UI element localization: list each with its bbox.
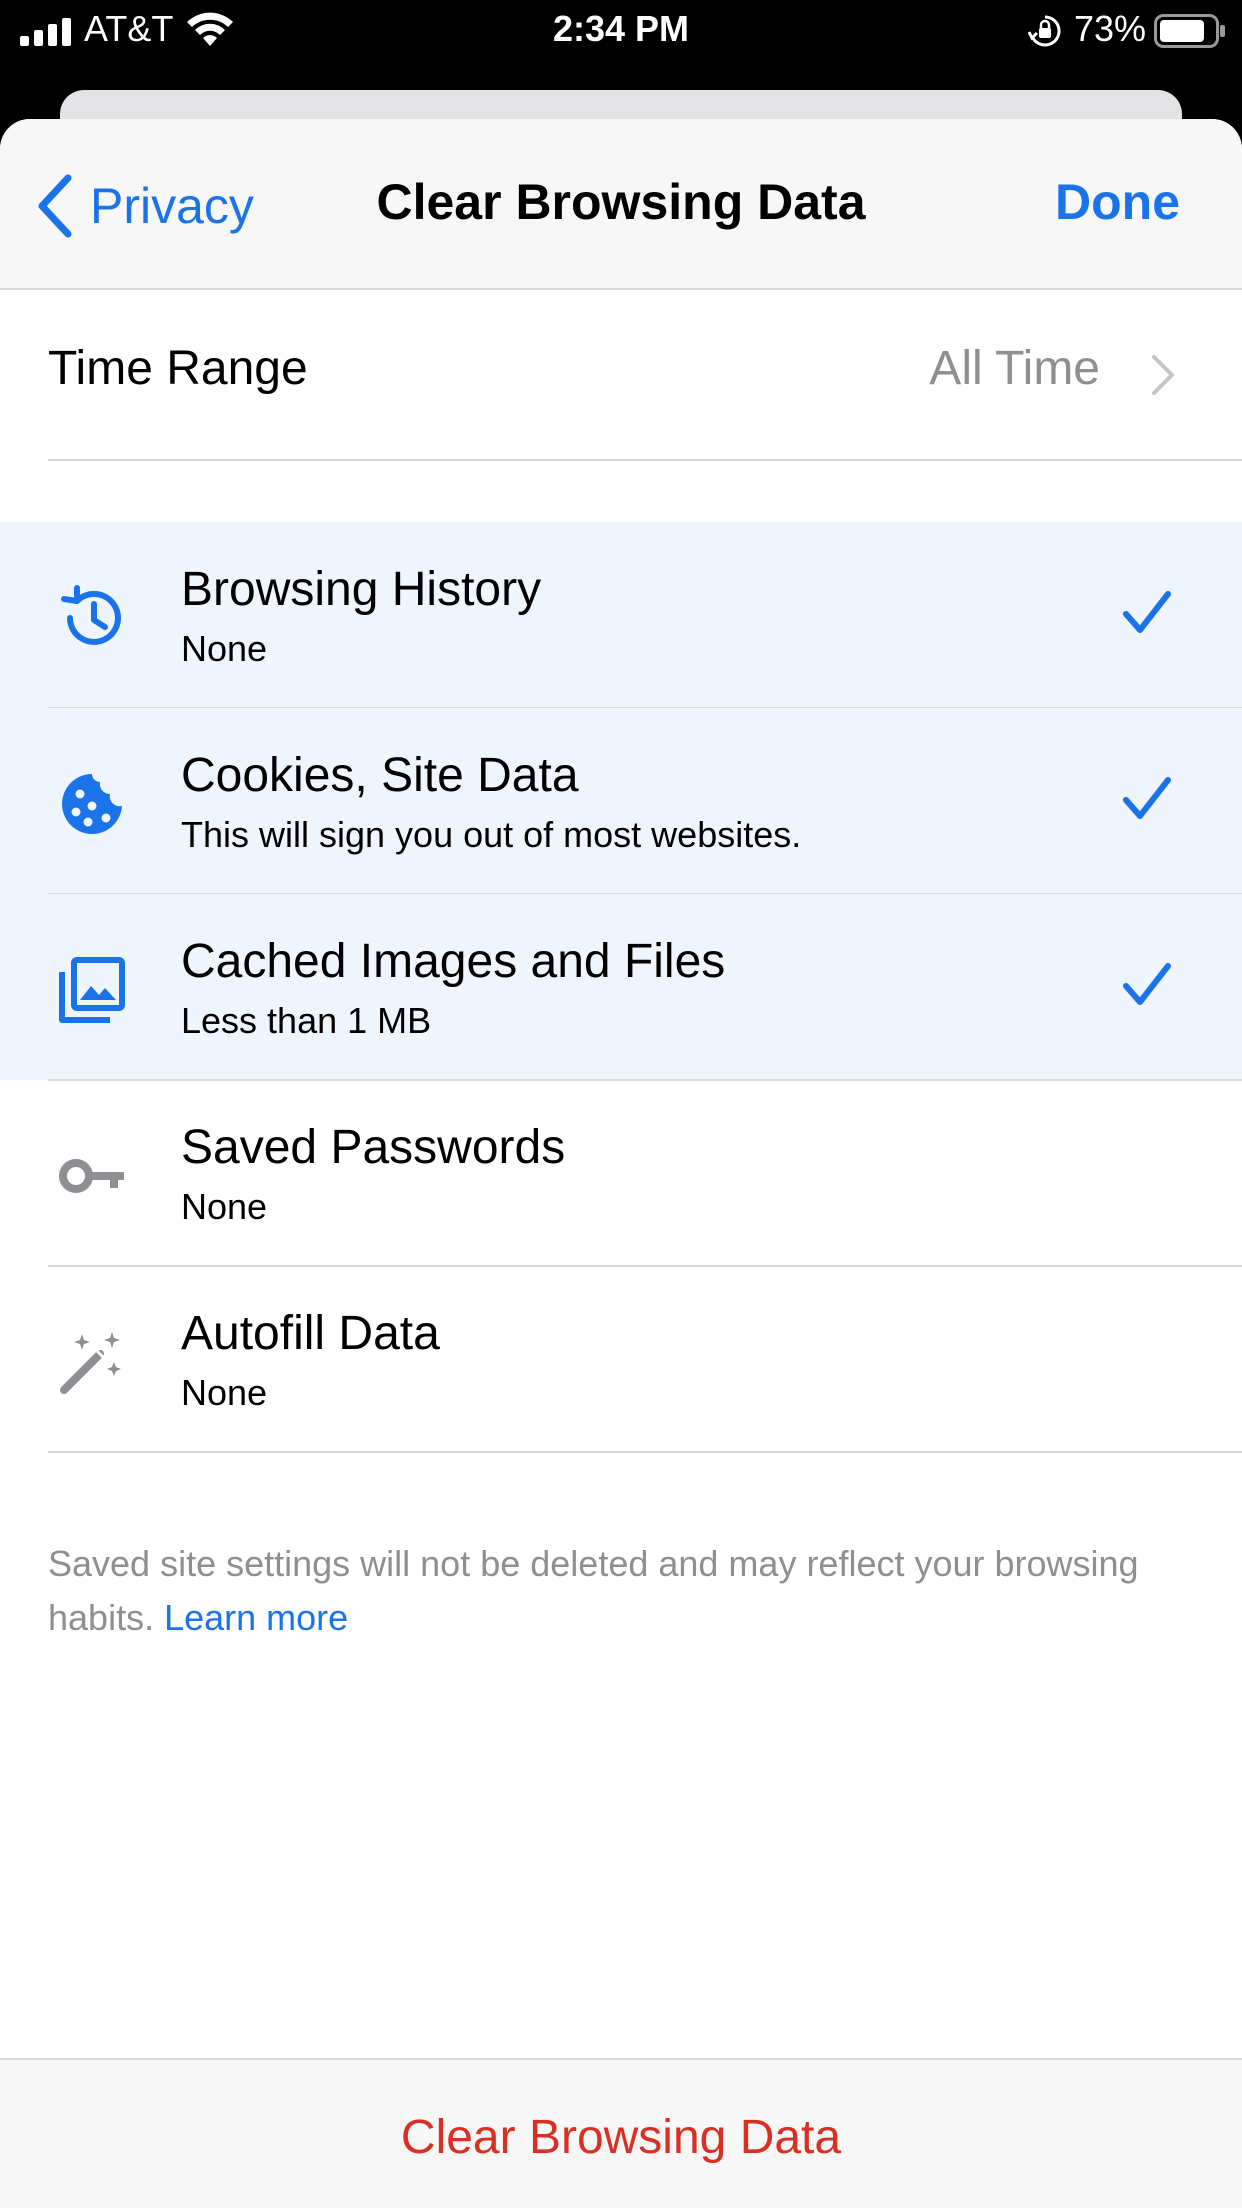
- battery-percentage: 73%: [1073, 8, 1146, 49]
- status-bar: AT&T 2:34 PM 73%: [0, 0, 1242, 64]
- autofill-data-item[interactable]: Autofill Data None: [0, 1266, 1242, 1452]
- done-button[interactable]: Done: [1055, 173, 1180, 231]
- item-title: Cached Images and Files: [181, 935, 726, 988]
- divider: [48, 1451, 1242, 1453]
- learn-more-link[interactable]: Learn more: [164, 1597, 348, 1638]
- item-subtitle: None: [181, 628, 268, 669]
- cookie-icon: [62, 774, 122, 834]
- item-title: Saved Passwords: [181, 1121, 566, 1174]
- chevron-right-icon: [1152, 355, 1174, 395]
- orientation-lock-icon: [1028, 15, 1061, 47]
- clear-browsing-data-sheet: Privacy Clear Browsing Data Done Time Ra…: [0, 119, 1242, 2208]
- saved-passwords-item[interactable]: Saved Passwords None: [0, 1080, 1242, 1266]
- checkmark-icon: [1123, 777, 1171, 819]
- cookies-site-data-item[interactable]: Cookies, Site Data This will sign you ou…: [0, 708, 1242, 894]
- history-icon: [61, 585, 121, 645]
- item-title: Cookies, Site Data: [181, 749, 579, 802]
- item-subtitle: None: [181, 1186, 268, 1227]
- browsing-history-item[interactable]: Browsing History None: [0, 522, 1242, 708]
- item-title: Browsing History: [181, 563, 542, 616]
- time-range-row[interactable]: Time Range All Time: [0, 289, 1242, 461]
- footer-note: Saved site settings will not be deleted …: [48, 1537, 1168, 1645]
- battery-icon: [1154, 14, 1225, 48]
- item-subtitle: This will sign you out of most websites.: [181, 814, 802, 855]
- divider: [48, 459, 1242, 461]
- time-range-value: All Time: [929, 342, 1100, 395]
- checkmark-icon: [1123, 591, 1171, 633]
- item-subtitle: Less than 1 MB: [181, 1000, 432, 1041]
- bottom-toolbar: Clear Browsing Data: [0, 2058, 1242, 2208]
- item-subtitle: None: [181, 1372, 268, 1413]
- time-range-label: Time Range: [48, 342, 308, 395]
- item-title: Autofill Data: [181, 1307, 440, 1360]
- key-icon: [59, 1159, 124, 1193]
- images-icon: [59, 957, 125, 1023]
- navigation-bar: Privacy Clear Browsing Data Done: [0, 119, 1242, 290]
- cached-images-item[interactable]: Cached Images and Files Less than 1 MB: [0, 894, 1242, 1080]
- clear-browsing-data-button[interactable]: Clear Browsing Data: [0, 2110, 1242, 2165]
- magic-wand-icon: [60, 1332, 121, 1394]
- checkmark-icon: [1123, 963, 1171, 1005]
